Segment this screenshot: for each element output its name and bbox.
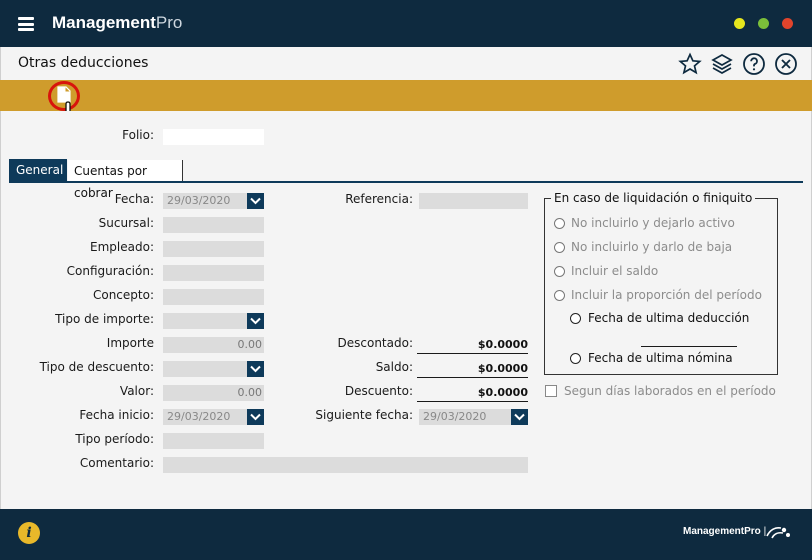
importe-input[interactable]: 0.00 [163, 337, 264, 353]
info-icon[interactable]: i [18, 522, 40, 544]
radio-fecha-ultima-deduccion[interactable] [570, 313, 581, 324]
descuento-label: Descuento: [344, 384, 413, 398]
radio-no-incluir-activo[interactable] [554, 218, 565, 229]
referencia-input[interactable] [419, 193, 528, 209]
help-icon[interactable] [742, 52, 766, 76]
configuracion-label: Configuración: [66, 264, 154, 278]
segun-dias-checkbox[interactable] [545, 385, 557, 397]
sucursal-input[interactable] [163, 217, 264, 233]
tipo-periodo-label: Tipo período: [75, 432, 154, 446]
radio-incluir-proporcion[interactable] [554, 290, 565, 301]
comentario-input[interactable] [163, 457, 528, 473]
option-incluir-saldo: Incluir el saldo [571, 264, 659, 278]
app-brand: ManagementPro [52, 13, 183, 32]
tipo-descuento-label: Tipo de descuento: [39, 360, 154, 374]
siguiente-fecha-input[interactable]: 29/03/2020 [419, 409, 512, 425]
segun-dias-label: Segun días laborados en el período [564, 384, 776, 398]
option-incluir-proporcion: Incluir la proporción del período [571, 288, 762, 302]
minimize-button[interactable] [734, 18, 745, 29]
liquidacion-title: En caso de liquidación o finiquito [551, 191, 756, 205]
siguiente-fecha-label: Siguiente fecha: [315, 408, 413, 422]
folio-label: Folio: [122, 128, 154, 142]
referencia-label: Referencia: [345, 192, 413, 206]
option-no-incluir-baja: No incluirlo y darlo de baja [571, 240, 733, 254]
footer-brand: ManagementPro | [683, 526, 767, 537]
descontado-label: Descontado: [337, 336, 413, 350]
fecha-inicio-label: Fecha inicio: [79, 408, 154, 422]
close-circle-icon[interactable] [774, 52, 798, 76]
tab-underline [9, 181, 803, 183]
radio-fecha-ultima-nomina[interactable] [570, 353, 581, 364]
saldo-value: $0.0000 [477, 362, 528, 375]
option-fecha-ultima-nomina: Fecha de ultima nómina [588, 351, 733, 365]
radio-no-incluir-baja[interactable] [554, 242, 565, 253]
descuento-underline [417, 401, 528, 402]
descontado-underline [417, 353, 528, 354]
fecha-inicio-input[interactable]: 29/03/2020 [163, 409, 247, 425]
configuracion-input[interactable] [163, 265, 264, 281]
fecha-label: Fecha: [114, 192, 154, 206]
tipo-periodo-input[interactable] [163, 433, 264, 449]
fecha-inicio-dropdown-button[interactable] [247, 409, 264, 425]
tab-cuentas-por-cobrar[interactable]: Cuentas por cobrar [68, 160, 183, 200]
tipo-importe-select[interactable] [163, 313, 247, 329]
page-title: Otras deducciones [18, 55, 149, 71]
importe-label: Importe [106, 336, 154, 350]
comentario-label: Comentario: [79, 456, 154, 470]
concepto-input[interactable] [163, 289, 264, 305]
fecha-input[interactable]: 29/03/2020 [163, 193, 247, 209]
sucursal-label: Sucursal: [98, 216, 154, 230]
tipo-importe-label: Tipo de importe: [55, 312, 154, 326]
tipo-descuento-dropdown-button[interactable] [247, 361, 264, 377]
tipo-descuento-select[interactable] [163, 361, 247, 377]
valor-input[interactable]: 0.00 [163, 385, 264, 401]
radio-incluir-saldo[interactable] [554, 266, 565, 277]
layers-icon[interactable] [710, 52, 734, 76]
option-no-incluir-activo: No incluirlo y dejarlo activo [571, 216, 735, 230]
descontado-value: $0.0000 [477, 338, 528, 351]
date-underline [641, 346, 737, 347]
option-fecha-ultima-deduccion: Fecha de ultima deducción [588, 311, 750, 325]
concepto-label: Concepto: [92, 288, 154, 302]
action-toolbar [0, 80, 812, 111]
folio-input[interactable] [163, 129, 264, 145]
close-window-button[interactable] [782, 18, 793, 29]
empleado-label: Empleado: [90, 240, 154, 254]
descuento-value: $0.0000 [477, 386, 528, 399]
empleado-input[interactable] [163, 241, 264, 257]
saldo-label: Saldo: [375, 360, 413, 374]
tab-general[interactable]: General [9, 159, 67, 181]
star-icon[interactable] [678, 52, 702, 76]
hamburger-menu-icon[interactable] [18, 17, 34, 31]
brand-logo-icon [766, 527, 790, 539]
valor-label: Valor: [119, 384, 154, 398]
fecha-dropdown-button[interactable] [247, 193, 264, 209]
siguiente-fecha-dropdown-button[interactable] [511, 409, 528, 425]
tipo-importe-dropdown-button[interactable] [247, 313, 264, 329]
saldo-underline [417, 377, 528, 378]
maximize-button[interactable] [758, 18, 769, 29]
